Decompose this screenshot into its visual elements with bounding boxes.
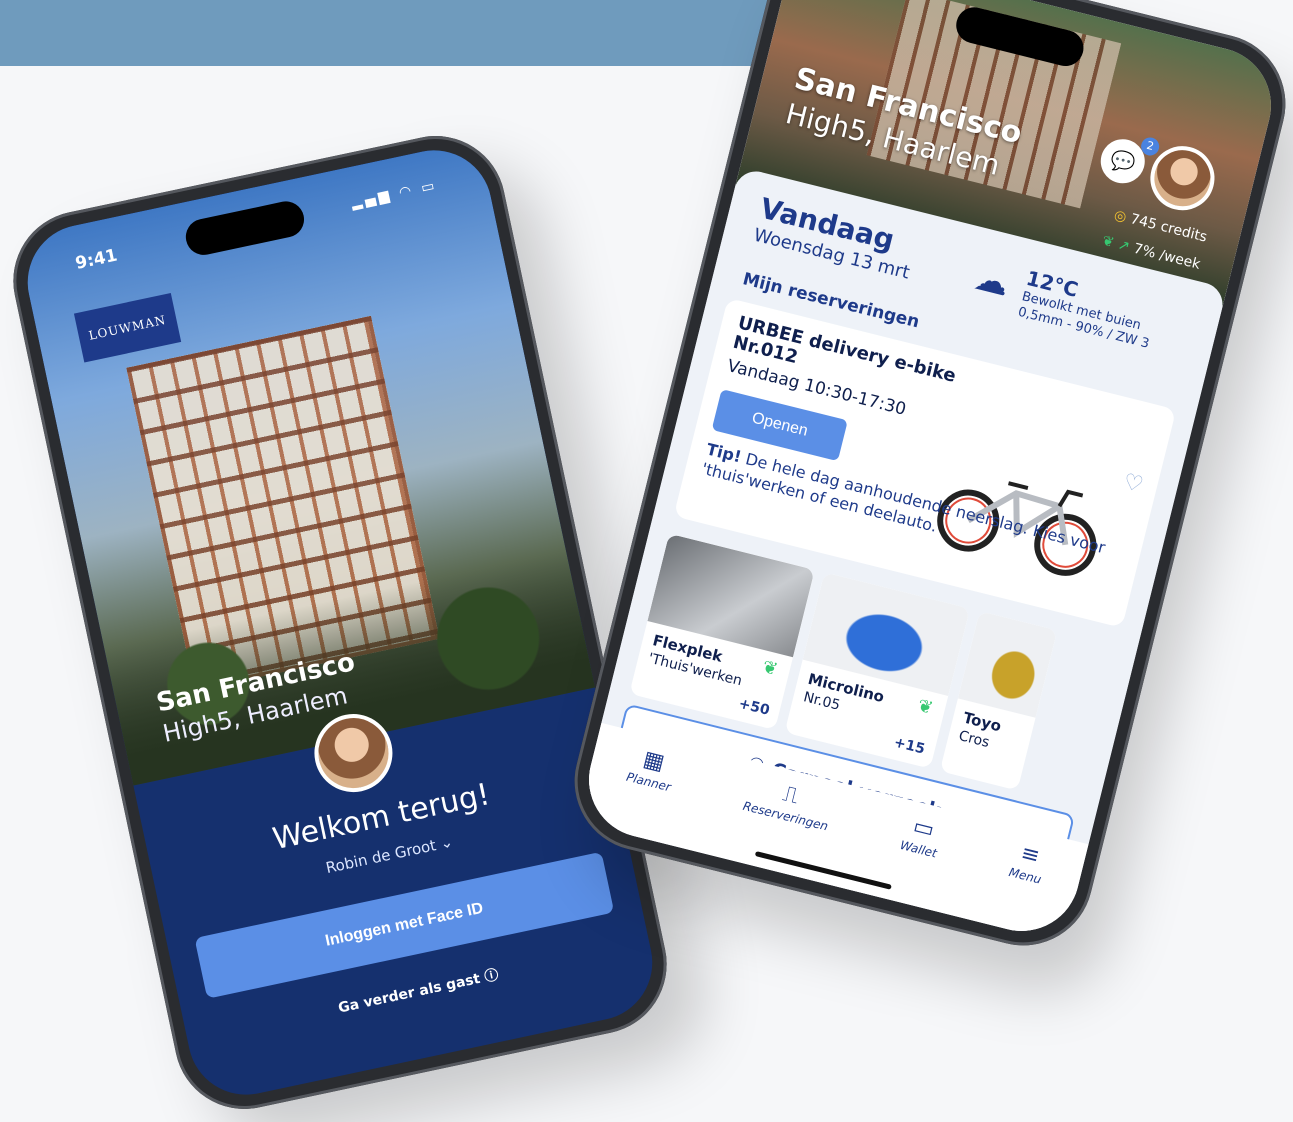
dashboard-screen: San Francisco High5, Haarlem 💬 2 ◎ 745 c… [576,0,1284,944]
coin-icon: ◎ [1112,207,1129,226]
nav-label: Wallet [898,837,939,861]
tile-score: +15 [892,734,927,758]
chat-icon: 💬 [1107,146,1138,176]
nav-label: Planner [624,769,673,795]
phone-login: 9:41 ▂▄▆ ◠ ▭ LOUWMAN San Francisco High5… [0,123,680,1122]
calendar-icon: ▦ [640,746,667,776]
nav-label: Menu [1007,865,1043,887]
nav-menu[interactable]: ≡ Menu [1007,839,1049,887]
tile-microlino[interactable]: ❦ Microlino Nr.05 +15 [784,572,971,769]
car-image [957,611,1058,718]
leaf-icon: ❦ [760,656,780,681]
nav-planner[interactable]: ▦ Planner [625,744,679,795]
heart-icon[interactable]: ♡ [1121,469,1146,498]
login-screen: 9:41 ▂▄▆ ◠ ▭ LOUWMAN San Francisco High5… [16,139,664,1106]
nav-reserveringen[interactable]: ⎍ Reserveringen [741,773,836,833]
phone-dashboard: San Francisco High5, Haarlem 💬 2 ◎ 745 c… [559,0,1293,961]
leaf-icon: ❦ [915,695,936,720]
ticket-icon: ⎍ [780,781,802,810]
nav-wallet[interactable]: ▭ Wallet [899,812,945,861]
wallet-icon: ▭ [910,813,937,844]
tile-score: +50 [737,695,772,719]
hamburger-icon: ≡ [1018,840,1043,870]
